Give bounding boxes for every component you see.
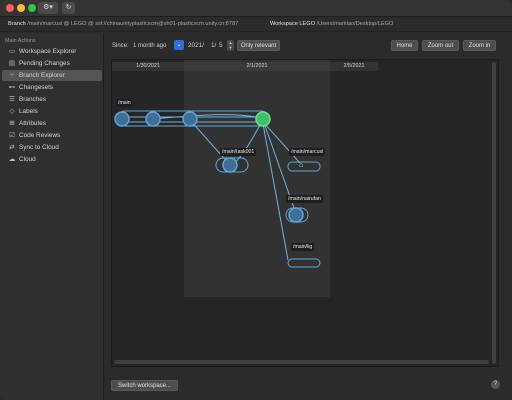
changeset-node-current bbox=[255, 111, 271, 127]
zoom-in-button[interactable]: Zoom in bbox=[463, 40, 496, 51]
title-bar: ⚙▾ ↻ bbox=[0, 0, 512, 17]
sidebar-item-label: Code Reviews bbox=[19, 132, 61, 139]
sidebar-item-branches[interactable]: ☰ Branches bbox=[2, 94, 102, 105]
sidebar-item-labels[interactable]: ◇ Labels bbox=[2, 106, 102, 117]
branches-icon: ☰ bbox=[9, 96, 15, 103]
sidebar-item-sync-to-cloud[interactable]: ⇄ Sync to Cloud bbox=[2, 142, 102, 153]
sidebar-item-label: Attributes bbox=[19, 120, 46, 127]
branch-value: /main/marcusl @ LEGO @ ssl://chinaunityp… bbox=[27, 21, 239, 27]
sidebar-item-pending-changes[interactable]: ▤ Pending Changes bbox=[2, 58, 102, 69]
sidebar-item-label: Cloud bbox=[19, 156, 36, 163]
branch-explorer-graph[interactable]: 1/30/2021 2/1/2021 2/5/2021 /main /main/… bbox=[111, 59, 499, 367]
branch-label-marcusl[interactable]: /main/marcusl bbox=[289, 148, 326, 156]
changeset-node bbox=[114, 111, 130, 127]
code-reviews-icon: ☑ bbox=[9, 132, 15, 139]
sidebar-item-label: Branches bbox=[19, 96, 46, 103]
branch-label: Branch bbox=[8, 21, 26, 27]
pending-changes-icon: ▤ bbox=[8, 60, 16, 67]
since-label: Since: bbox=[112, 43, 129, 49]
since-select[interactable]: 1 month ago bbox=[130, 41, 172, 51]
sidebar-item-attributes[interactable]: ⊞ Attributes bbox=[2, 118, 102, 129]
lig-edge bbox=[262, 123, 289, 261]
sidebar-item-label: Branch Explorer bbox=[19, 72, 65, 79]
context-path-bar: Branch /main/marcusl @ LEGO @ ssl://chin… bbox=[0, 17, 512, 32]
refresh-icon[interactable]: ↻ bbox=[62, 2, 75, 14]
zoom-out-button[interactable]: Zoom out bbox=[422, 40, 459, 51]
close-window-button[interactable] bbox=[6, 4, 14, 12]
help-icon[interactable]: ? bbox=[491, 380, 500, 389]
sidebar-item-changesets[interactable]: ⊷ Changesets bbox=[2, 82, 102, 93]
plastic-scm-window: ⚙▾ ↻ Branch /main/marcusl @ LEGO @ ssl:/… bbox=[0, 0, 512, 400]
sidebar-item-cloud[interactable]: ☁ Cloud bbox=[2, 154, 102, 165]
sidebar-item-label: Changesets bbox=[19, 84, 54, 91]
date-stepper[interactable]: ▲ ▼ bbox=[227, 40, 234, 51]
home-button[interactable]: Home bbox=[391, 40, 418, 51]
sidebar-item-branch-explorer[interactable]: ⑂ Branch Explorer bbox=[2, 70, 102, 81]
stepper-down-icon[interactable]: ▼ bbox=[227, 45, 234, 50]
sidebar-item-label: Pending Changes bbox=[19, 60, 70, 67]
changeset-node bbox=[288, 207, 304, 223]
sidebar-header: Main Actions bbox=[5, 38, 36, 44]
attributes-icon: ⊞ bbox=[9, 120, 15, 127]
changeset-node bbox=[145, 111, 161, 127]
sidebar-item-workspace-explorer[interactable]: ▭ Workspace Explorer bbox=[2, 46, 102, 57]
folder-icon: ▭ bbox=[8, 48, 16, 55]
changeset-node bbox=[182, 111, 198, 127]
branch-graph-svg bbox=[114, 110, 321, 268]
branch-path: Branch /main/marcusl @ LEGO @ ssl://chin… bbox=[8, 17, 238, 32]
only-relevant-button[interactable]: Only relevant bbox=[237, 40, 280, 51]
date-day-field[interactable]: 5 bbox=[219, 41, 223, 51]
sidebar-item-code-reviews[interactable]: ☑ Code Reviews bbox=[2, 130, 102, 141]
changeset-node bbox=[222, 157, 238, 173]
minimize-window-button[interactable] bbox=[17, 4, 25, 12]
chevron-down-icon[interactable]: ⌄ bbox=[174, 40, 184, 50]
sidebar-item-label: Sync to Cloud bbox=[19, 144, 59, 151]
marcusl-branch-bar bbox=[287, 161, 321, 172]
sync-icon: ⇄ bbox=[9, 144, 15, 151]
home-icon: ⌂ bbox=[299, 162, 304, 169]
date-year-field[interactable]: 2021/ bbox=[188, 41, 204, 51]
horizontal-scrollbar[interactable] bbox=[114, 360, 489, 364]
labels-icon: ◇ bbox=[9, 108, 15, 115]
switch-workspace-button[interactable]: Switch workspace... bbox=[111, 380, 178, 391]
sidebar-item-label: Labels bbox=[19, 108, 38, 115]
lig-branch-bar bbox=[287, 258, 321, 268]
workspace-value: /Users/marklao/Desktop/LEGO bbox=[316, 21, 394, 27]
sidebar: Main Actions ▭ Workspace Explorer ▤ Pending… bbox=[0, 33, 104, 400]
changesets-icon: ⊷ bbox=[8, 84, 16, 91]
branch-label-main[interactable]: /main bbox=[116, 99, 133, 107]
workspace-label: Workspace LEGO bbox=[270, 21, 315, 27]
branch-label-task001[interactable]: /main/task001 bbox=[220, 148, 257, 156]
zoom-window-button[interactable] bbox=[28, 4, 36, 12]
branch-label-lig[interactable]: /main/lig bbox=[291, 243, 315, 251]
date-month-field[interactable]: 1/ bbox=[211, 41, 216, 51]
branch-label-nairufan[interactable]: /main/nairufan bbox=[286, 195, 323, 203]
cloud-icon: ☁ bbox=[8, 156, 16, 163]
sidebar-item-label: Workspace Explorer bbox=[19, 48, 77, 55]
branch-explorer-icon: ⑂ bbox=[10, 72, 14, 79]
vertical-scrollbar[interactable] bbox=[492, 62, 496, 364]
workspace-path: Workspace LEGO /Users/marklao/Desktop/LE… bbox=[270, 17, 393, 32]
settings-gear-icon[interactable]: ⚙▾ bbox=[38, 2, 58, 14]
